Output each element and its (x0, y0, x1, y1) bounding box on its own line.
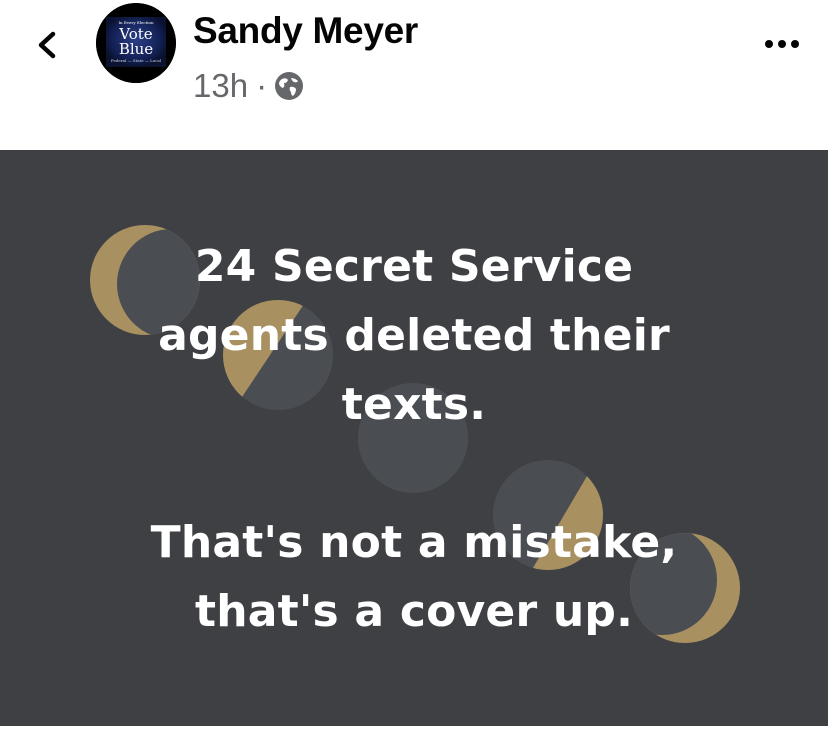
chevron-left-icon (38, 31, 56, 59)
avatar[interactable]: In Every Election Vote Blue Federal — St… (96, 3, 176, 83)
globe-icon[interactable] (273, 70, 305, 102)
back-button[interactable] (28, 22, 68, 66)
post-timestamp[interactable]: 13h (193, 67, 248, 105)
caption-line: That's not a mistake, (150, 517, 678, 568)
avatar-image: In Every Election Vote Blue Federal — St… (96, 3, 176, 83)
post-header: In Every Election Vote Blue Federal — St… (0, 0, 828, 150)
meta-separator: · (256, 67, 268, 104)
caption-line: 24 Secret Service (194, 241, 634, 292)
caption-line: agents deleted their (158, 310, 670, 361)
post-meta: 13h · (193, 66, 305, 106)
post-footer-spacer (0, 726, 828, 738)
avatar-bottom-text: Federal — State — Local (111, 58, 162, 63)
author-name[interactable]: Sandy Meyer (193, 10, 418, 52)
more-horizontal-icon (765, 40, 799, 48)
more-options-button[interactable] (754, 24, 810, 64)
post-image[interactable]: 24 Secret Service agents deleted their t… (0, 150, 828, 726)
avatar-line2: Blue (119, 40, 153, 58)
caption-line: that's a cover up. (194, 586, 634, 637)
caption-line: texts. (341, 379, 487, 430)
image-caption-text: 24 Secret Service agents deleted their t… (0, 232, 828, 646)
